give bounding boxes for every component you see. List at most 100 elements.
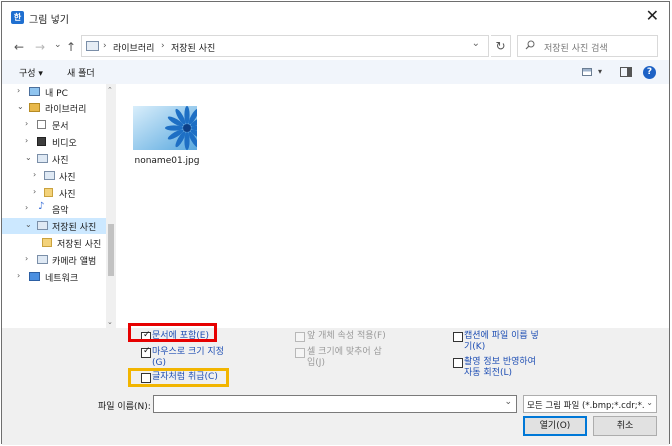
fit-to-cell-checkbox[interactable] [295, 348, 305, 358]
file-item[interactable]: noname01.jpg [130, 104, 204, 170]
breadcrumb-library[interactable]: 라이브러리 [113, 41, 154, 54]
chevron-right-icon[interactable]: › [33, 170, 36, 179]
tree-item-label: 비디오 [52, 139, 77, 149]
highlight-box-red [128, 323, 217, 342]
video-icon [37, 137, 46, 146]
pictures-icon [37, 221, 48, 230]
navigation-tree: › 내 PC ⌄ 라이브러리 › 문서 › 비디오 ⌄ 사진 › 사진 › 사진… [2, 84, 115, 328]
cancel-button[interactable]: 취소 [593, 416, 657, 436]
tree-item-label: 사진 [59, 190, 76, 200]
chevron-down-icon[interactable]: ⌄ [504, 397, 512, 407]
tree-item-label: 라이브러리 [45, 105, 87, 115]
chevron-down-icon[interactable]: ⌄ [17, 102, 24, 111]
tree-item-label: 네트워크 [45, 274, 79, 284]
pc-icon [29, 87, 40, 96]
tree-scrollbar[interactable]: ⌃ ⌄ [106, 84, 116, 328]
scroll-up-icon[interactable]: ⌃ [107, 86, 113, 94]
folder-icon [44, 188, 53, 197]
pictures-icon [37, 255, 48, 264]
image-thumbnail [133, 106, 197, 150]
caption-filename-label-2: 기(K) [464, 342, 486, 352]
pictures-icon [37, 154, 48, 163]
tree-item-label: 사진 [52, 156, 69, 166]
set-size-by-mouse-checkbox[interactable] [141, 346, 151, 358]
tree-item-saved-pictures[interactable]: ⌄ 저장된 사진 [2, 218, 106, 234]
up-arrow-icon[interactable]: ↑ [66, 40, 76, 54]
forward-arrow-icon[interactable]: → [35, 40, 45, 54]
chevron-right-icon[interactable]: › [17, 86, 20, 95]
search-input[interactable]: 저장된 사진 검색 [544, 41, 608, 54]
refresh-icon[interactable]: ↻ [491, 35, 511, 57]
tree-item-label: 음악 [52, 206, 69, 216]
organize-menu-button[interactable]: 구성 ▾ [19, 66, 43, 79]
tree-item-documents[interactable]: › 문서 [2, 117, 106, 133]
preview-pane-icon[interactable] [620, 67, 632, 77]
tree-item-videos[interactable]: › 비디오 [2, 134, 106, 150]
tree-item-music[interactable]: › ♪ 음악 [2, 201, 106, 217]
open-button[interactable]: 열기(O) [523, 416, 587, 436]
caption-filename-checkbox[interactable] [453, 332, 463, 342]
document-icon [37, 120, 46, 129]
chevron-right-icon[interactable]: › [33, 187, 36, 196]
recent-locations-icon[interactable]: ⌄ [54, 38, 62, 52]
library-icon [29, 103, 40, 112]
caption-filename-label: 캡션에 파일 이름 넣 [464, 331, 539, 341]
file-type-select[interactable]: 모든 그림 파일 (*.bmp;*.cdr;*.c ⌄ [523, 395, 657, 413]
tree-item-network[interactable]: › 네트워크 [2, 269, 106, 285]
fit-to-cell-label: 셀 크기에 맞추어 삽 [307, 347, 382, 357]
tree-item-label: 사진 [59, 173, 76, 183]
apply-previous-props-label: 앞 개체 속성 적용(F) [307, 331, 386, 341]
music-icon: ♪ [38, 201, 45, 212]
highlight-box-yellow [128, 368, 229, 387]
view-options-dropdown[interactable]: ▾ [598, 67, 602, 76]
title-bar: 한 그림 넣기 ✕ [2, 2, 669, 32]
address-bar[interactable]: › 라이브러리 › 저장된 사진 ⌄ [81, 35, 489, 57]
tree-item-pictures[interactable]: ⌄ 사진 [2, 151, 106, 167]
tree-item-saved-pictures-folder[interactable]: 저장된 사진 [2, 235, 106, 251]
filename-input[interactable]: ⌄ [153, 395, 517, 413]
chevron-right-icon[interactable]: › [25, 119, 28, 128]
toolbar: 구성 ▾ 새 폴더 ▾ ? [2, 60, 669, 84]
breadcrumb-separator: › [161, 41, 165, 51]
tree-item-library[interactable]: ⌄ 라이브러리 [2, 100, 106, 116]
auto-rotate-label: 촬영 정보 반영하여 [464, 357, 536, 367]
tree-item-label: 저장된 사진 [52, 223, 97, 233]
tree-item-label: 내 PC [45, 89, 68, 99]
scrollbar-thumb[interactable] [108, 224, 114, 276]
chevron-down-icon[interactable]: ⌄ [25, 220, 32, 229]
pictures-icon [44, 171, 55, 180]
tree-item-pictures-sub1[interactable]: › 사진 [2, 168, 106, 184]
chevron-down-icon[interactable]: ⌄ [472, 38, 480, 49]
change-view-icon[interactable] [582, 68, 592, 76]
apply-previous-props-checkbox[interactable] [295, 332, 305, 342]
search-icon [525, 40, 535, 50]
chevron-right-icon[interactable]: › [25, 203, 28, 212]
search-box[interactable]: 저장된 사진 검색 [517, 35, 658, 57]
tree-item-label: 저장된 사진 [57, 240, 102, 250]
back-arrow-icon[interactable]: ← [14, 40, 24, 54]
set-size-by-mouse-label: 마우스로 크기 지정 [152, 347, 224, 357]
chevron-right-icon[interactable]: › [25, 254, 28, 263]
network-icon [29, 272, 40, 281]
close-icon[interactable]: ✕ [646, 7, 659, 25]
breadcrumb-saved-pictures[interactable]: 저장된 사진 [171, 41, 215, 54]
tree-item-label: 카메라 앨범 [52, 257, 97, 267]
auto-rotate-checkbox[interactable] [453, 358, 463, 368]
new-folder-button[interactable]: 새 폴더 [67, 66, 95, 79]
tree-item-label: 문서 [52, 122, 69, 132]
help-icon[interactable]: ? [643, 66, 656, 79]
chevron-down-icon[interactable]: ⌄ [25, 153, 32, 162]
chevron-right-icon[interactable]: › [25, 136, 28, 145]
hwp-app-icon: 한 [11, 11, 24, 24]
auto-rotate-label-2: 자동 회전(L) [464, 368, 513, 378]
tree-item-camera-roll[interactable]: › 카메라 앨범 [2, 252, 106, 268]
library-location-icon [86, 41, 99, 51]
scroll-down-icon[interactable]: ⌄ [107, 318, 113, 326]
tree-item-my-pc[interactable]: › 내 PC [2, 84, 106, 100]
fit-to-cell-label-2: 입(J) [307, 358, 325, 368]
file-type-value: 모든 그림 파일 (*.bmp;*.cdr;*.c [527, 401, 645, 411]
insert-picture-dialog: 한 그림 넣기 ✕ ← → ⌄ ↑ › 라이브러리 › 저장된 사진 ⌄ ↻ 저… [1, 1, 670, 445]
chevron-right-icon[interactable]: › [17, 271, 20, 280]
tree-item-pictures-sub2[interactable]: › 사진 [2, 185, 106, 201]
chevron-down-icon[interactable]: ⌄ [646, 398, 653, 407]
